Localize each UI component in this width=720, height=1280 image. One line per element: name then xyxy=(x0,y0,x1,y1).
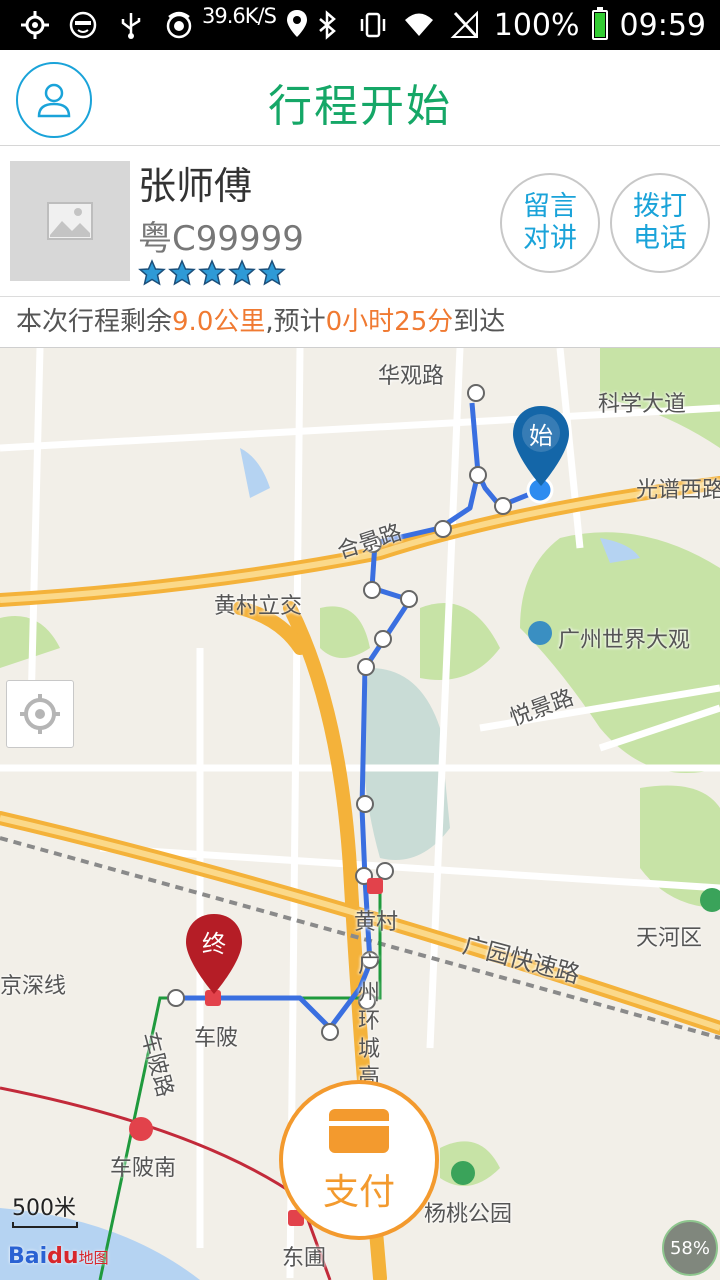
trip-suffix: 到达 xyxy=(453,307,506,337)
driver-name: 张师傅 xyxy=(138,164,253,208)
map-label-tianhe: 天河区 xyxy=(636,926,703,951)
map-label-huancheng-expressway: 广州环城高 xyxy=(358,953,381,1090)
end-marker-label: 终 xyxy=(202,930,226,958)
signal-icon xyxy=(448,8,482,42)
map-label-dongpu: 东圃 xyxy=(282,1246,327,1271)
map-label-huangcun: 黄村 xyxy=(354,910,399,935)
star-icon xyxy=(138,259,166,286)
usb-icon xyxy=(114,8,148,42)
driver-card: 张师傅 粤C99999 留言 对讲 拨打 电话 xyxy=(0,147,720,297)
map-scale: 500米 xyxy=(12,1190,78,1228)
star-icon xyxy=(228,259,256,286)
logo-text-bai: Bai xyxy=(8,1244,48,1269)
trip-distance: 9.0公里 xyxy=(172,307,266,337)
map-label-huaguan-road: 华观路 xyxy=(378,364,445,389)
zoom-badge[interactable]: 58% xyxy=(662,1220,718,1276)
message-intercom-button[interactable]: 留言 对讲 xyxy=(500,173,600,273)
clock: 09:59 xyxy=(619,7,706,43)
trip-eta: 0小时25分 xyxy=(325,307,454,337)
map-scale-label: 500米 xyxy=(12,1196,76,1221)
driver-rating xyxy=(138,259,286,287)
call-button[interactable]: 拨打 电话 xyxy=(610,173,710,273)
status-bar: 39.6K/S 100% 09:59 xyxy=(0,0,720,50)
pay-button[interactable]: 支付 xyxy=(279,1080,439,1240)
map-label-huangcun-interchange: 黄村立交 xyxy=(214,594,303,619)
map-scale-bar xyxy=(12,1222,78,1228)
trip-info: 本次行程剩余9.0公里,预计0小时25分到达 xyxy=(0,298,720,348)
map-label-world-park: 广州世界大观 xyxy=(558,628,691,653)
start-marker[interactable]: 始 xyxy=(510,404,572,488)
locate-button[interactable] xyxy=(6,680,74,748)
net-speed: 39.6K/S xyxy=(202,4,277,28)
pay-label: 支付 xyxy=(322,1172,395,1213)
emoji-icon xyxy=(66,8,100,42)
star-icon xyxy=(168,259,196,286)
logo-text-du: du xyxy=(47,1244,79,1269)
wifi-icon xyxy=(402,8,436,42)
bluetooth-icon xyxy=(310,8,344,42)
driver-plate: 粤C99999 xyxy=(138,219,304,259)
app-icon xyxy=(162,8,196,42)
card-icon xyxy=(329,1109,389,1153)
star-icon xyxy=(198,259,226,286)
map-label-kexue-avenue: 科学大道 xyxy=(598,392,687,417)
logo-text-suffix: 地图 xyxy=(78,1249,109,1267)
call-label-line2: 电话 xyxy=(633,223,687,254)
trip-prefix: 本次行程剩余 xyxy=(16,307,173,337)
battery-icon xyxy=(591,7,608,40)
map-view[interactable]: 华观路 科学大道 光谱西路 合景路 黄村立交 广州世界大观 悦景路 黄村 广园快… xyxy=(0,348,720,1280)
message-label-line1: 留言 xyxy=(523,191,577,222)
page-title: 行程开始 xyxy=(268,81,452,132)
header: 行程开始 xyxy=(0,50,720,146)
call-label-line1: 拨打 xyxy=(633,191,687,222)
start-marker-label: 始 xyxy=(529,422,553,450)
image-placeholder-icon xyxy=(47,202,93,240)
message-label-line2: 对讲 xyxy=(523,223,577,254)
map-label-guangpu-road: 光谱西路 xyxy=(636,478,720,503)
battery-percent: 100% xyxy=(493,7,580,43)
driver-photo xyxy=(10,161,130,281)
star-icon xyxy=(258,259,286,286)
crosshair-icon xyxy=(20,694,60,734)
map-label-chebei: 车陂 xyxy=(194,1026,239,1051)
gps-icon xyxy=(18,8,52,42)
map-label-yangtao-park: 杨桃公园 xyxy=(424,1202,513,1227)
vibrate-icon xyxy=(356,8,390,42)
end-marker[interactable]: 终 xyxy=(183,912,245,996)
trip-mid: ,预计 xyxy=(265,307,326,337)
location-icon xyxy=(280,6,314,40)
map-label-chebei-south: 车陂南 xyxy=(110,1156,177,1181)
map-label-jingshen-line: 京深线 xyxy=(0,974,67,999)
baidu-map-logo: Baidu地图 xyxy=(8,1244,109,1269)
